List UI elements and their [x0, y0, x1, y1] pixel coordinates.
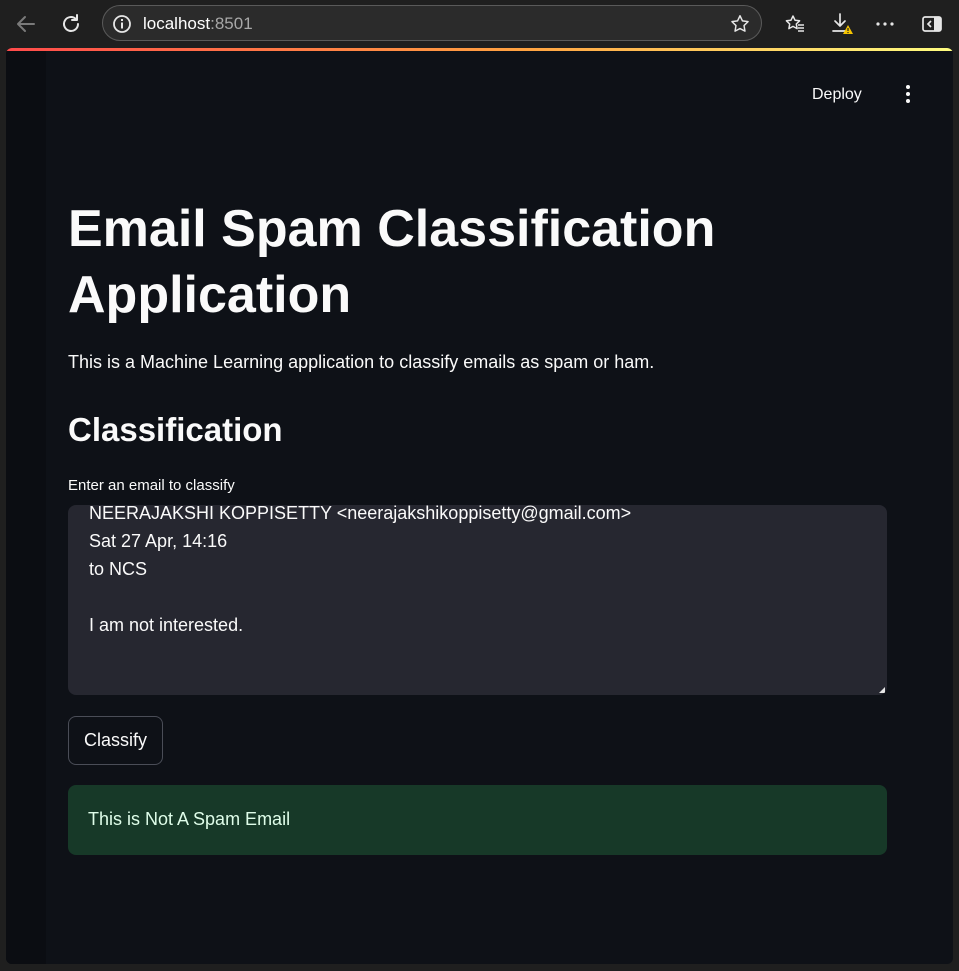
refresh-icon[interactable] — [57, 10, 85, 38]
email-textarea[interactable]: NEERAJAKSHI KOPPISETTY <neerajakshikoppi… — [68, 505, 887, 695]
vertical-dots-icon[interactable] — [900, 84, 916, 109]
back-arrow-icon[interactable] — [12, 10, 40, 38]
result-alert: This is Not A Spam Email — [68, 785, 887, 855]
resize-handle[interactable] — [879, 687, 885, 693]
more-icon[interactable] — [871, 10, 899, 38]
email-textarea-value: NEERAJAKSHI KOPPISETTY <neerajakshikoppi… — [89, 505, 632, 635]
email-input-label: Enter an email to classify — [68, 477, 235, 494]
section-heading: Classification — [68, 411, 283, 448]
app-page: Deploy Email Spam Classification Applica… — [6, 48, 953, 964]
url-text: localhost:8501 — [143, 14, 253, 33]
result-message: This is Not A Spam Email — [88, 809, 291, 829]
star-icon[interactable] — [729, 13, 751, 40]
header-decoration-bar — [6, 48, 953, 51]
info-icon[interactable] — [111, 13, 133, 40]
page-title: Email Spam Classification Application — [68, 200, 716, 324]
classify-button[interactable]: Classify — [68, 716, 163, 765]
favorites-icon[interactable] — [781, 10, 809, 38]
browser-toolbar: localhost:8501 — [0, 0, 959, 48]
page-edge — [6, 48, 46, 964]
download-warning-icon[interactable] — [828, 10, 856, 38]
deploy-button[interactable]: Deploy — [812, 82, 862, 108]
address-bar[interactable]: localhost:8501 — [102, 5, 762, 41]
page-subtitle: This is a Machine Learning application t… — [68, 352, 655, 372]
sidebar-icon[interactable] — [918, 10, 946, 38]
